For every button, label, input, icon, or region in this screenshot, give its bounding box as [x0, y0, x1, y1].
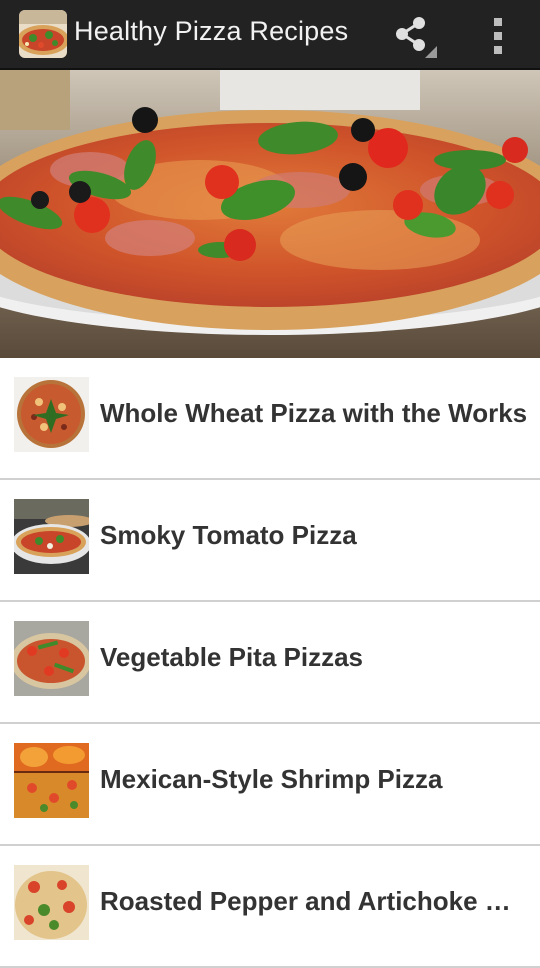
- recipe-list-item[interactable]: Mexican-Style Shrimp Pizza: [0, 724, 540, 846]
- mexican-shrimp-pizza-thumbnail: [14, 743, 89, 818]
- recipe-list-item[interactable]: Vegetable Pita Pizzas: [0, 602, 540, 724]
- recipe-title: Whole Wheat Pizza with the Works: [100, 398, 528, 428]
- share-icon[interactable]: [390, 12, 440, 60]
- recipe-list: Whole Wheat Pizza with the Works Smoky T…: [0, 358, 540, 968]
- recipe-list-item[interactable]: Whole Wheat Pizza with the Works: [0, 358, 540, 480]
- overflow-menu-icon[interactable]: [484, 14, 514, 58]
- recipe-title: Vegetable Pita Pizzas: [100, 642, 364, 672]
- recipe-list-item[interactable]: Roasted Pepper and Artichoke Pi…: [0, 846, 540, 968]
- vegetable-pita-pizzas-thumbnail: [14, 621, 89, 696]
- recipe-title: Roasted Pepper and Artichoke Pi…: [100, 886, 528, 916]
- recipe-title: Smoky Tomato Pizza: [100, 520, 357, 550]
- roasted-pepper-pizza-thumbnail: [14, 865, 89, 940]
- action-bar: Healthy Pizza Recipes: [0, 0, 540, 70]
- smoky-tomato-pizza-thumbnail: [14, 499, 89, 574]
- recipe-title: Mexican-Style Shrimp Pizza: [100, 764, 443, 794]
- pizza-app-icon[interactable]: [19, 10, 67, 58]
- whole-wheat-pizza-thumbnail: [14, 377, 89, 452]
- recipe-list-item[interactable]: Smoky Tomato Pizza: [0, 480, 540, 602]
- hero-pizza-image: [0, 70, 540, 358]
- app-title: Healthy Pizza Recipes: [74, 16, 349, 46]
